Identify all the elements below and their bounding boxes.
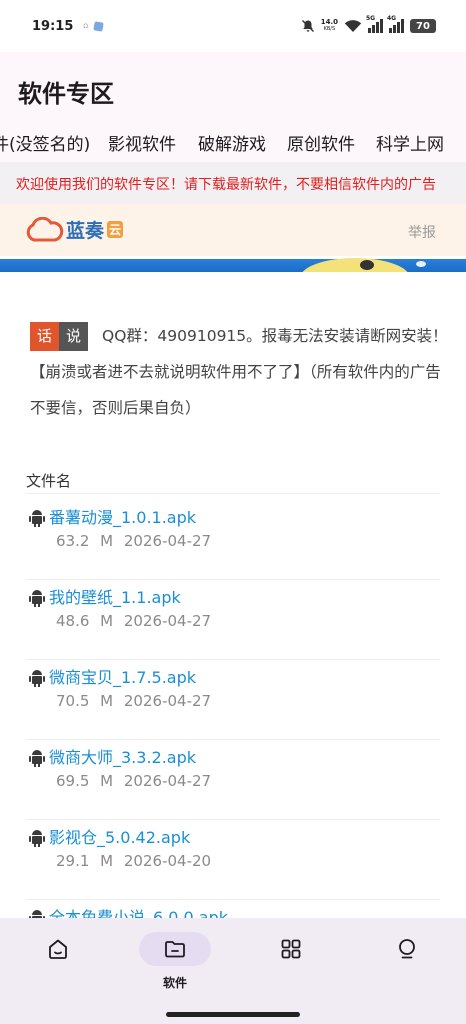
ad-banner[interactable]	[0, 256, 466, 272]
marquee-banner: 欢迎使用我们的软件专区！请下载最新软件，不要相信软件内的广告	[0, 162, 466, 204]
android-icon	[29, 910, 45, 918]
logo-badge: 云	[107, 221, 124, 238]
android-icon	[29, 590, 45, 607]
file-row[interactable]: 微商大师_3.3.2.apk 69.5 M 2026-04-27	[26, 740, 440, 820]
nav-more[interactable]	[371, 932, 443, 992]
status-time: 19:15	[32, 18, 74, 34]
android-icon	[29, 670, 45, 687]
tab-video-software[interactable]: 影视软件	[108, 130, 176, 155]
file-date: 2026-04-27	[123, 612, 212, 630]
notice-tag-2: 说	[59, 322, 88, 351]
file-date: 2026-04-27	[123, 692, 212, 710]
signal-5g-icon: 5G	[366, 15, 383, 33]
file-name-link[interactable]: 全本免费小说_6.0.0.apk	[49, 904, 228, 918]
tab-unsigned[interactable]: 件(没签名的)	[0, 130, 90, 155]
file-name-link[interactable]: 微商宝贝_1.7.5.apk	[49, 664, 196, 688]
signal-4g-icon: 4G	[387, 15, 404, 33]
file-meta: 70.5 M 2026-04-27	[56, 692, 211, 710]
marquee-text: 欢迎使用我们的软件专区！请下载最新软件，不要相信软件内的广告	[16, 177, 436, 193]
file-meta: 69.5 M 2026-04-27	[56, 772, 211, 790]
signal-5g-label: 5G	[366, 15, 376, 22]
status-right: 14.0 KB/S 5G 4G 70	[301, 15, 436, 33]
tab-cracked-games[interactable]: 破解游戏	[198, 130, 266, 155]
lanzou-logo: 蓝奏 云	[24, 216, 124, 243]
home-icon	[49, 939, 67, 959]
folder-icon	[165, 941, 185, 958]
tab-original-software[interactable]: 原创软件	[287, 130, 355, 155]
file-date: 2026-04-27	[123, 772, 212, 790]
nav-home[interactable]	[22, 932, 94, 992]
app-notification-icon	[93, 20, 104, 32]
report-link[interactable]: 举报	[408, 222, 436, 242]
page-title: 软件专区	[18, 80, 114, 108]
notice-block: 话说 QQ群：490910915。报毒无法安装请断网安装！【崩溃或者进不去就说明软…	[30, 318, 450, 426]
android-icon	[29, 750, 45, 767]
file-row[interactable]: 全本免费小说_6.0.0.apk	[26, 900, 440, 918]
nav-software-label: 软件	[162, 976, 187, 990]
notice-text: QQ群：490910915。报毒无法安装请断网安装！【崩溃或者进不去就说明软件用…	[30, 327, 448, 417]
file-size: 29.1 M	[56, 852, 114, 870]
file-date: 2026-04-27	[123, 532, 212, 550]
nav-apps[interactable]	[255, 932, 327, 992]
banner-dot-shape	[416, 261, 426, 267]
net-speed-value: 14.0	[320, 18, 338, 26]
filename-column-header: 文件名	[26, 470, 440, 494]
banner-face-shape	[300, 258, 410, 272]
file-row[interactable]: 影视仓_5.0.42.apk 29.1 M 2026-04-20	[26, 820, 440, 900]
lanzou-header: 蓝奏 云 举报	[0, 204, 466, 256]
file-name-link[interactable]: 微商大师_3.3.2.apk	[49, 744, 196, 768]
file-row[interactable]: 我的壁纸_1.1.apk 48.6 M 2026-04-27	[26, 580, 440, 660]
status-bar: 19:15 Ω 14.0 KB/S 5G 4G 70	[0, 0, 466, 52]
file-name-link[interactable]: 我的壁纸_1.1.apk	[49, 584, 181, 608]
file-name-link[interactable]: 影视仓_5.0.42.apk	[49, 824, 190, 848]
status-tiny-text: Ω	[83, 22, 88, 30]
file-size: 63.2 M	[56, 532, 114, 550]
mute-bell-icon	[301, 20, 314, 32]
net-speed-unit: KB/S	[323, 26, 336, 32]
android-icon	[29, 510, 45, 527]
file-meta: 29.1 M 2026-04-20	[56, 852, 211, 870]
bottom-nav: 软件	[0, 918, 466, 1024]
android-icon	[29, 830, 45, 847]
file-size: 70.5 M	[56, 692, 114, 710]
logo-text: 蓝奏	[66, 220, 105, 242]
wifi-icon	[344, 20, 362, 32]
net-speed: 14.0 KB/S	[321, 19, 338, 33]
category-tabs: 件(没签名的) 影视软件 破解游戏 原创软件 科学上网	[0, 126, 466, 162]
tab-vpn[interactable]: 科学上网	[376, 130, 444, 155]
signal-4g-label: 4G	[387, 15, 397, 22]
file-date: 2026-04-20	[123, 852, 212, 870]
app-header: 软件专区	[0, 52, 466, 126]
banner-eye-shape	[360, 260, 374, 270]
notice-tag-1: 话	[30, 322, 59, 351]
file-row[interactable]: 微商宝贝_1.7.5.apk 70.5 M 2026-04-27	[26, 660, 440, 740]
battery-icon: 70	[410, 19, 436, 33]
grid-icon	[281, 939, 301, 959]
file-row[interactable]: 番薯动漫_1.0.1.apk 63.2 M 2026-04-27	[26, 500, 440, 580]
file-size: 48.6 M	[56, 612, 114, 630]
file-name-link[interactable]: 番薯动漫_1.0.1.apk	[49, 504, 196, 528]
home-indicator[interactable]	[166, 1012, 300, 1017]
bulb-icon	[399, 939, 415, 959]
file-meta: 63.2 M 2026-04-27	[56, 532, 211, 550]
cloud-icon	[26, 216, 64, 241]
file-meta: 48.6 M 2026-04-27	[56, 612, 211, 630]
file-size: 69.5 M	[56, 772, 114, 790]
content-webview[interactable]: 蓝奏 云 举报 话说 QQ群：490910915。报毒无法安装请断网安装！【崩溃或…	[0, 204, 466, 918]
nav-software[interactable]: 软件	[139, 932, 211, 992]
